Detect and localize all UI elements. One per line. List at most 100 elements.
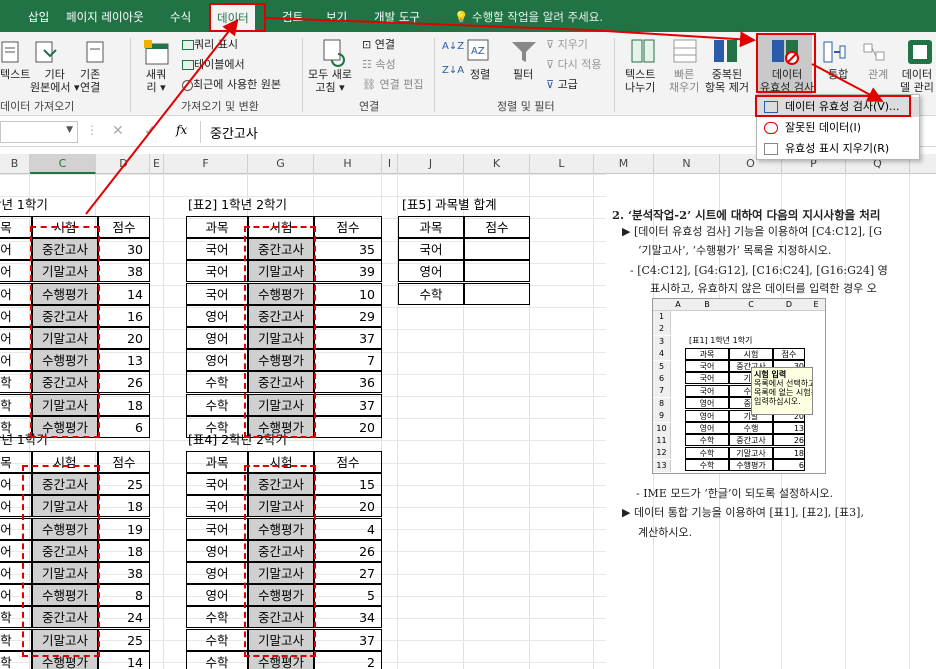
- column-header-I[interactable]: I: [382, 154, 398, 174]
- relationships-button[interactable]: 관계: [868, 68, 888, 81]
- table-cell[interactable]: 14: [98, 650, 150, 669]
- table-cell[interactable]: 어: [0, 304, 32, 327]
- tab-4[interactable]: 검토: [282, 6, 303, 28]
- table-cell[interactable]: 영어: [186, 349, 248, 372]
- column-header-G[interactable]: G: [248, 154, 314, 174]
- table-cell[interactable]: 영어: [186, 304, 248, 327]
- table-header[interactable]: 점수: [464, 216, 530, 238]
- table-header[interactable]: 점수: [98, 451, 150, 473]
- tab-1[interactable]: 페이지 레이아웃: [66, 6, 144, 28]
- tab-6[interactable]: 개발 도구: [374, 6, 420, 28]
- cancel-icon[interactable]: ✕: [112, 123, 124, 139]
- menu-item-circle-invalid[interactable]: 잘못된 데이터(I): [757, 118, 919, 138]
- new-query-button[interactable]: 새쿼 리 ▾: [146, 68, 166, 94]
- column-header-B[interactable]: B: [0, 154, 30, 174]
- menu-item-clear-circles[interactable]: 유효성 표시 지우기(R): [757, 139, 919, 159]
- table-cell[interactable]: 수학: [186, 393, 248, 416]
- table-cell[interactable]: 어: [0, 260, 32, 283]
- filter-button[interactable]: 필터: [513, 68, 533, 81]
- recent-sources-button[interactable]: 최근에 사용한 원본: [182, 78, 281, 91]
- tab-2[interactable]: 수식: [170, 6, 191, 28]
- table-cell[interactable]: 18: [98, 495, 150, 518]
- data-model-button[interactable]: 데이터 델 관리: [900, 68, 934, 94]
- table-cell[interactable]: 5: [314, 584, 382, 607]
- table-cell[interactable]: 16: [98, 304, 150, 327]
- table-cell[interactable]: 국어: [186, 260, 248, 283]
- reapply-button[interactable]: ⊽ 다시 적용: [546, 58, 602, 71]
- column-header-J[interactable]: J: [398, 154, 464, 174]
- advanced-filter-button[interactable]: ⊽ 고급: [546, 78, 578, 91]
- table-cell[interactable]: 20: [314, 495, 382, 518]
- table-cell[interactable]: 국어: [186, 495, 248, 518]
- table-cell[interactable]: 39: [314, 260, 382, 283]
- table-cell[interactable]: [464, 238, 530, 261]
- column-header-E[interactable]: E: [150, 154, 164, 174]
- table-cell[interactable]: 18: [98, 393, 150, 416]
- table-cell[interactable]: 8: [98, 584, 150, 607]
- text-to-columns-button[interactable]: 텍스트 나누기: [625, 68, 655, 94]
- table-cell[interactable]: 영어: [186, 327, 248, 349]
- table-cell[interactable]: 20: [314, 415, 382, 438]
- table-header[interactable]: 과목: [398, 216, 464, 238]
- sort-az-button[interactable]: A↓Z: [442, 40, 464, 53]
- table-cell[interactable]: 7: [314, 349, 382, 372]
- table-cell[interactable]: 학: [0, 393, 32, 416]
- table-cell[interactable]: 학: [0, 371, 32, 394]
- table-cell[interactable]: 어: [0, 238, 32, 261]
- column-header-M[interactable]: M: [594, 154, 654, 174]
- table-cell[interactable]: 수학: [186, 650, 248, 669]
- table-cell[interactable]: 10: [314, 282, 382, 305]
- table-cell[interactable]: 34: [314, 606, 382, 629]
- formula-input[interactable]: 중간고사: [210, 123, 258, 142]
- table-cell[interactable]: 어: [0, 327, 32, 349]
- table-cell[interactable]: 37: [314, 628, 382, 651]
- table-cell[interactable]: 6: [98, 415, 150, 438]
- table-cell[interactable]: 19: [98, 517, 150, 540]
- table-header[interactable]: 목: [0, 216, 32, 238]
- insert-function-icon[interactable]: fx: [176, 123, 187, 137]
- tab-5[interactable]: 보기: [326, 6, 347, 28]
- column-header-H[interactable]: H: [314, 154, 382, 174]
- refresh-all-button[interactable]: 모두 새로 고침 ▾: [308, 68, 352, 94]
- from-table-button[interactable]: 테이블에서: [182, 58, 245, 71]
- edit-links-button[interactable]: ⛓ 연결 편집: [362, 78, 423, 91]
- table-cell[interactable]: 14: [98, 282, 150, 305]
- table-cell[interactable]: 18: [98, 539, 150, 562]
- table-cell[interactable]: 25: [98, 628, 150, 651]
- column-header-C[interactable]: C: [30, 154, 96, 174]
- table-cell[interactable]: 29: [314, 304, 382, 327]
- table-cell[interactable]: 35: [314, 238, 382, 261]
- table-cell[interactable]: 국어: [186, 282, 248, 305]
- table-cell[interactable]: 37: [314, 327, 382, 349]
- table-header[interactable]: 과목: [186, 216, 248, 238]
- connections-button[interactable]: ⊡ 연결: [362, 38, 395, 51]
- table-cell[interactable]: 영어: [186, 584, 248, 607]
- table-cell[interactable]: 국어: [186, 473, 248, 496]
- existing-connections-button[interactable]: 기존 연결: [80, 68, 100, 94]
- tell-me-box[interactable]: 💡 수행할 작업을 알려 주세요.: [454, 6, 603, 28]
- flash-fill-button[interactable]: 빠른 채우기: [669, 68, 699, 94]
- table-cell[interactable]: 20: [98, 327, 150, 349]
- table-cell[interactable]: 수학: [398, 282, 464, 305]
- table-cell[interactable]: 27: [314, 562, 382, 584]
- tab-0[interactable]: 삽입: [28, 6, 49, 28]
- name-box[interactable]: ▼: [0, 121, 78, 143]
- table-cell[interactable]: [464, 260, 530, 283]
- sort-za-button[interactable]: Z↓A: [442, 64, 464, 77]
- table-cell[interactable]: 26: [314, 539, 382, 562]
- table-cell[interactable]: 수학: [186, 371, 248, 394]
- table-header[interactable]: 점수: [98, 216, 150, 238]
- table-cell[interactable]: 38: [98, 562, 150, 584]
- table-header[interactable]: 점수: [314, 216, 382, 238]
- properties-button[interactable]: ☷ 속성: [362, 58, 396, 71]
- table-cell[interactable]: 36: [314, 371, 382, 394]
- table-cell[interactable]: 국어: [398, 238, 464, 261]
- table-cell[interactable]: 13: [98, 349, 150, 372]
- table-cell[interactable]: 수학: [186, 606, 248, 629]
- remove-duplicates-button[interactable]: 중복된 항목 제거: [705, 68, 749, 94]
- consolidate-button[interactable]: 통합: [828, 68, 848, 81]
- table-cell[interactable]: 26: [98, 371, 150, 394]
- enter-icon[interactable]: ✓: [144, 123, 156, 139]
- show-query-button[interactable]: 쿼리 표시: [182, 38, 238, 51]
- table-cell[interactable]: 영어: [186, 539, 248, 562]
